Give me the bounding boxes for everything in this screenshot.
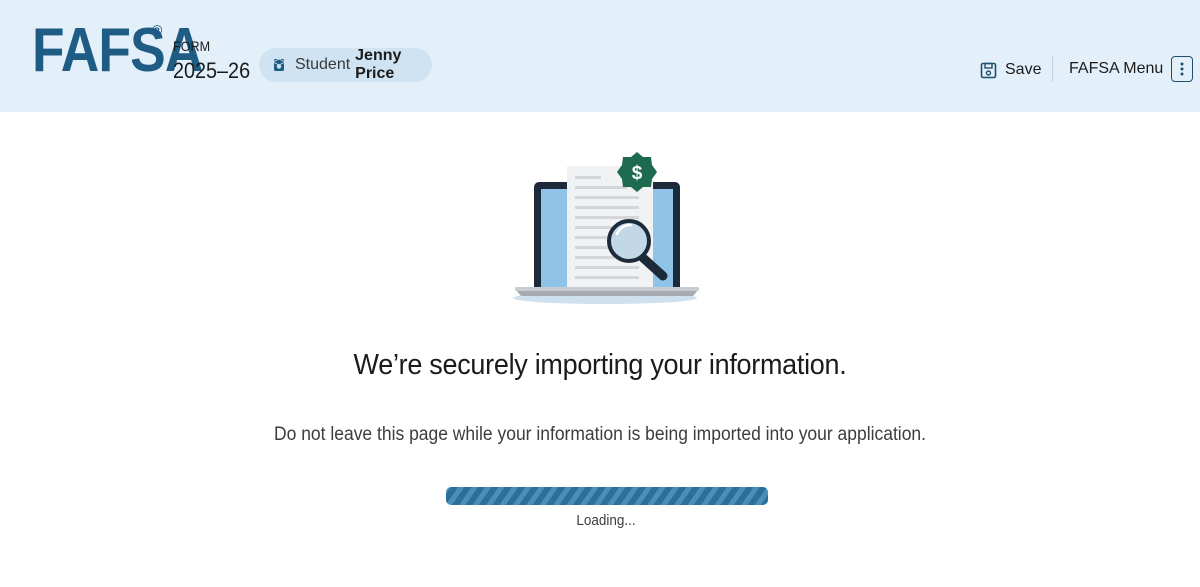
- student-graduate-icon: [271, 57, 287, 73]
- student-role-label: Student: [295, 56, 351, 73]
- floppy-disk-icon: [980, 62, 997, 79]
- registered-mark: ®: [152, 22, 163, 38]
- page-title: We’re securely importing your informatio…: [353, 349, 847, 381]
- form-year: 2025–26: [173, 58, 251, 83]
- fafsa-menu-label: FAFSA Menu: [1069, 60, 1164, 77]
- fafsa-menu-button[interactable]: FAFSA Menu: [1069, 55, 1194, 83]
- save-label: Save: [1005, 61, 1042, 78]
- page-subtitle: Do not leave this page while your inform…: [274, 424, 926, 445]
- loading-label: Loading...: [576, 512, 636, 529]
- loading-progress-bar: [446, 487, 768, 505]
- header-divider: [1052, 56, 1053, 82]
- importing-illustration: $: [505, 148, 710, 308]
- save-button[interactable]: Save: [980, 57, 1041, 83]
- form-label: FORM: [173, 38, 211, 54]
- student-badge: Student Jenny Price: [259, 47, 432, 82]
- kebab-vertical-icon: [1171, 56, 1194, 82]
- dollar-sign-icon: $: [632, 163, 643, 184]
- student-name: Jenny Price: [355, 47, 402, 82]
- site-header: FAFSA ® FORM 2025–26 Student Jenny Price…: [0, 0, 1200, 112]
